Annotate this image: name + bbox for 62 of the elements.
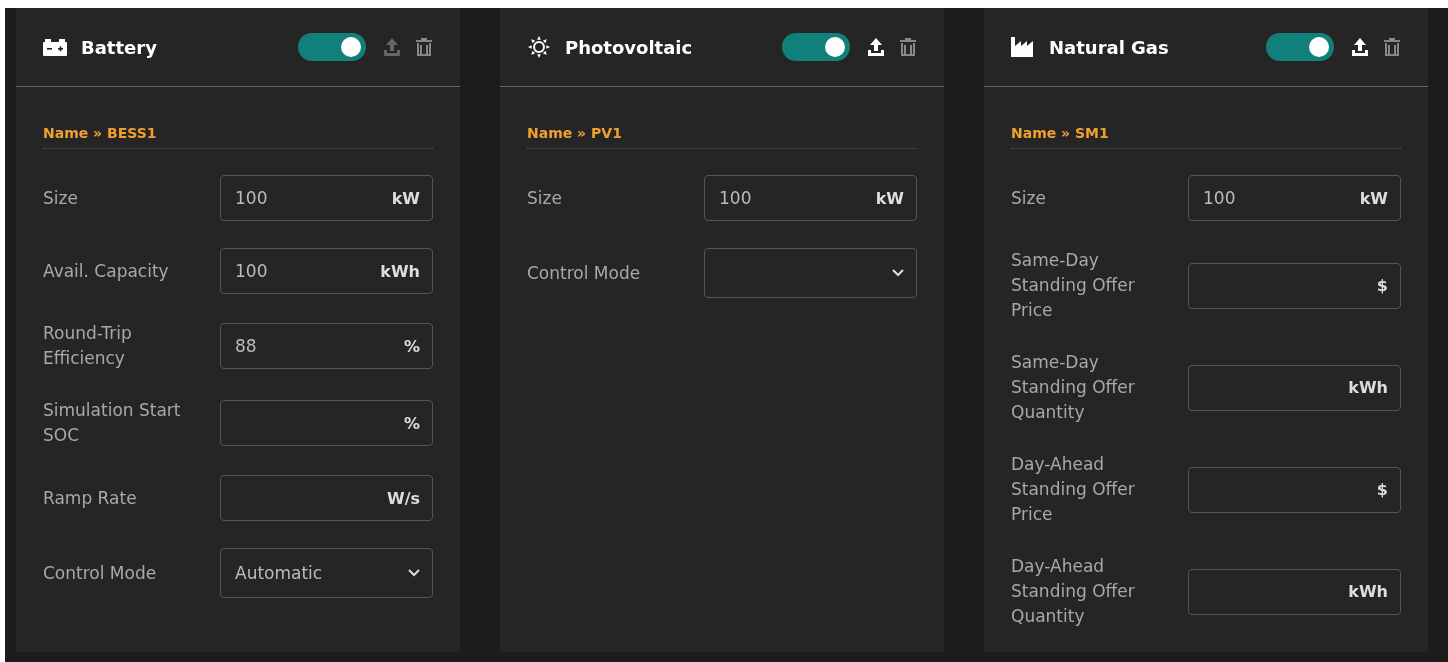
battery-icon: [42, 36, 68, 58]
input-field[interactable]: 100 kW: [220, 175, 433, 221]
unit-label: kW: [391, 188, 420, 208]
field-label: Control Mode: [43, 561, 158, 585]
input-field[interactable]: kWh: [1188, 364, 1401, 411]
input-field[interactable]: W/s: [220, 475, 433, 521]
field-label: Simulation Start SOC: [43, 399, 182, 447]
input-field[interactable]: 100 kW: [704, 175, 917, 221]
input-field[interactable]: 88 %: [220, 323, 433, 369]
unit-label: kWh: [1348, 378, 1388, 397]
field-label: Avail. Capacity: [43, 259, 170, 283]
field-label: Ramp Rate: [43, 486, 138, 510]
enable-toggle[interactable]: [1266, 33, 1334, 61]
delete-icon[interactable]: [414, 37, 434, 57]
unit-label: %: [403, 336, 420, 356]
unit-label: kW: [1359, 188, 1388, 208]
input-field[interactable]: kWh: [1188, 568, 1401, 615]
delete-icon[interactable]: [1382, 37, 1402, 57]
unit-label: kW: [875, 188, 904, 208]
name-label: Name » BESS1: [43, 125, 157, 141]
field-label: Day-Ahead Standing Offer Price: [1011, 453, 1136, 526]
unit-label: W/s: [387, 488, 420, 508]
field-label: Size: [43, 186, 79, 210]
field-label: Size: [527, 186, 563, 210]
input-field[interactable]: $: [1188, 262, 1401, 309]
input-field[interactable]: 100 kWh: [220, 248, 433, 294]
input-field[interactable]: 100 kW: [1188, 175, 1401, 221]
unit-label: kWh: [380, 261, 420, 281]
field-value: 100: [235, 261, 269, 281]
enable-toggle[interactable]: [782, 33, 850, 61]
upload-icon[interactable]: [866, 37, 886, 57]
field-label: Day-Ahead Standing Offer Quantity: [1011, 555, 1136, 628]
upload-icon[interactable]: [1350, 37, 1370, 57]
panel-title: Battery: [81, 36, 158, 58]
field-value: 100: [235, 188, 269, 208]
caret-icon: [892, 269, 904, 277]
field-label: Same-Day Standing Offer Price: [1011, 249, 1136, 322]
unit-label: %: [403, 413, 420, 433]
field-value: 100: [1203, 188, 1237, 208]
name-label: Name » SM1: [1011, 125, 1109, 141]
factory-icon: [1010, 36, 1036, 58]
unit-label: $: [1376, 276, 1388, 295]
name-label: Name » PV1: [527, 125, 622, 141]
unit-label: $: [1376, 480, 1388, 499]
input-field[interactable]: $: [1188, 466, 1401, 513]
field-label: Same-Day Standing Offer Quantity: [1011, 351, 1136, 424]
dropdown-field[interactable]: Automatic: [220, 548, 433, 598]
sun-icon: [526, 36, 552, 58]
enable-toggle[interactable]: [298, 33, 366, 61]
field-label: Control Mode: [527, 261, 642, 285]
field-value: 88: [235, 336, 258, 356]
field-label: Round-Trip Efficiency: [43, 322, 133, 370]
field-value: Automatic: [235, 563, 324, 583]
dropdown-field[interactable]: [704, 248, 917, 298]
field-value: 100: [719, 188, 753, 208]
panel-title: Photovoltaic: [565, 36, 694, 58]
field-label: Size: [1011, 186, 1047, 210]
delete-icon[interactable]: [898, 37, 918, 57]
unit-label: kWh: [1348, 582, 1388, 601]
caret-icon: [408, 569, 420, 577]
panel-title: Natural Gas: [1049, 36, 1170, 58]
input-field[interactable]: %: [220, 400, 433, 446]
